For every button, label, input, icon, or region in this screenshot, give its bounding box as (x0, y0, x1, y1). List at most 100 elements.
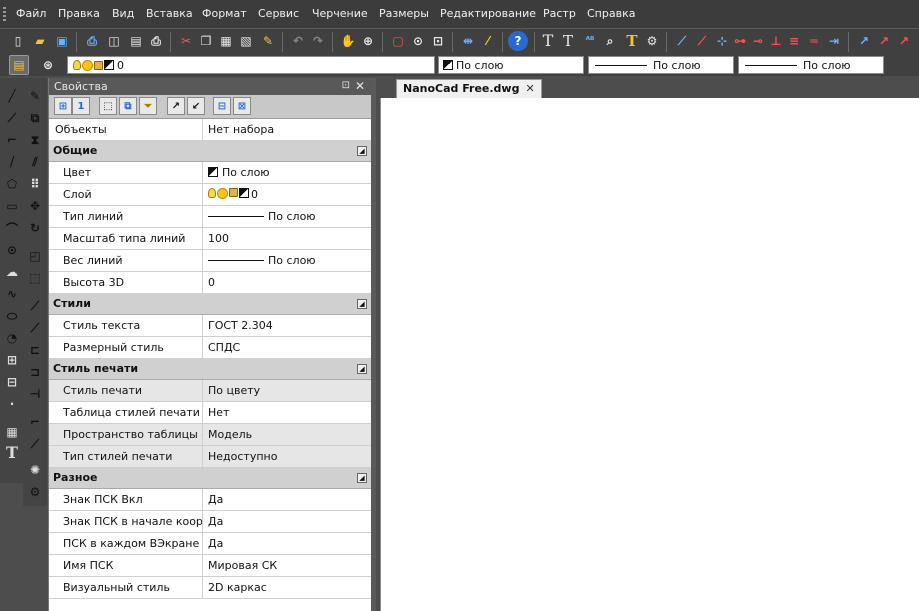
make-block-icon[interactable]: ⊟ (2, 372, 22, 392)
break-icon[interactable]: ⊏ (25, 340, 45, 360)
plot-icon[interactable]: ⎙ (146, 31, 166, 51)
lengthen-icon[interactable]: ⟋ (25, 434, 45, 454)
pickadd-toggle-icon[interactable]: 1 (72, 97, 90, 115)
point-icon[interactable]: · (2, 394, 22, 414)
continue-dimension-icon[interactable]: ⊥ (766, 31, 786, 51)
collapse-icon[interactable]: ◢ (357, 473, 367, 483)
layer-manager-icon[interactable]: ▤ (9, 55, 29, 75)
property-value[interactable]: Да (204, 533, 372, 554)
section-misc[interactable]: Разное ◢ (49, 468, 372, 489)
offset-icon[interactable]: ⫽ (25, 152, 45, 172)
copy-object-icon[interactable]: ⧉ (25, 108, 45, 128)
close-tab-icon[interactable]: ✕ (525, 82, 534, 95)
menu-raster[interactable]: Растр (543, 7, 576, 20)
redo-icon[interactable]: ↷ (308, 31, 328, 51)
dimension-edit-icon[interactable]: ≡ (784, 31, 804, 51)
property-value[interactable]: По слою (204, 162, 372, 183)
tolerance-icon[interactable]: ↗ (874, 31, 894, 51)
linear-dimension-icon[interactable]: ⟋ (672, 31, 692, 51)
export-properties-icon[interactable]: ↗ (167, 97, 185, 115)
menu-editing[interactable]: Редактирование (440, 7, 536, 20)
baseline-dimension-icon[interactable]: ⊸ (748, 31, 768, 51)
zoom-previous-icon[interactable]: ⊙ (408, 31, 428, 51)
section-general[interactable]: Общие ◢ (49, 141, 372, 162)
menu-dimensions[interactable]: Размеры (379, 7, 429, 20)
property-value[interactable]: 0 (204, 184, 372, 205)
zoom-realtime-icon[interactable]: ⊕ (358, 31, 378, 51)
property-row[interactable]: Цвет По слою (49, 162, 372, 184)
construction-line-icon[interactable]: ⟋ (2, 108, 22, 128)
text-style-icon[interactable]: T (622, 31, 642, 51)
drawing-canvas[interactable] (380, 98, 919, 611)
help-icon[interactable]: ? (508, 31, 528, 51)
collapse-icon[interactable]: ◢ (357, 364, 367, 374)
property-row[interactable]: Размерный стиль СПДС (49, 337, 372, 359)
dimension-text-icon[interactable]: ═ (804, 31, 824, 51)
print-preview-icon[interactable]: ◫ (104, 31, 124, 51)
measure-icon[interactable]: ⁄ (478, 31, 498, 51)
multiline-text-icon[interactable]: T (558, 31, 578, 51)
line-icon[interactable]: ╱ (2, 86, 22, 106)
menu-file[interactable]: Файл (16, 7, 46, 20)
select-objects-icon[interactable]: ⊞ (54, 97, 72, 115)
property-row[interactable]: Вес линий По слою (49, 250, 372, 272)
property-value[interactable]: 0 (204, 272, 372, 293)
zoom-extents-icon[interactable]: ⊡ (428, 31, 448, 51)
undo-icon[interactable]: ↶ (288, 31, 308, 51)
property-row[interactable]: Таблица стилей печати Нет (49, 402, 372, 424)
zoom-window-icon[interactable]: ▢ (388, 31, 408, 51)
revision-cloud-icon[interactable]: ☁ (2, 262, 22, 282)
property-value[interactable]: По слою (204, 250, 372, 271)
property-row[interactable]: Тип стилей печати Недоступно (49, 446, 372, 468)
trim-icon[interactable]: ⟋ (25, 296, 45, 316)
mtext-icon[interactable]: T (2, 442, 22, 462)
chamfer-icon[interactable]: ⊣ (25, 384, 45, 404)
section-plot-style[interactable]: Стиль печати ◢ (49, 359, 372, 380)
find-icon[interactable]: ⌕ (600, 31, 620, 51)
objects-row[interactable]: Объекты Нет набора (49, 119, 372, 141)
objects-value[interactable]: Нет набора (204, 119, 372, 140)
match-properties-icon[interactable]: ✎ (258, 31, 278, 51)
mirror-icon[interactable]: ⧗ (25, 130, 45, 150)
import-properties-icon[interactable]: ↙ (187, 97, 205, 115)
arc-icon[interactable]: ⌒ (2, 218, 22, 238)
text-icon[interactable]: T (538, 31, 558, 51)
dimension-update-icon[interactable]: ⇥ (824, 31, 844, 51)
property-value[interactable]: СПДС (204, 337, 372, 358)
menu-help[interactable]: Справка (587, 7, 635, 20)
rotate-icon[interactable]: ↻ (25, 218, 45, 238)
erase-icon[interactable]: ✎ (25, 86, 45, 106)
fillet-icon[interactable]: ⌐ (25, 412, 45, 432)
array-icon[interactable]: ⠿ (25, 174, 45, 194)
polyline-icon[interactable]: ⌐ (2, 130, 22, 150)
property-value[interactable]: Мировая СК (204, 555, 372, 576)
lineweight-combo[interactable]: По слою (738, 56, 884, 74)
ellipse-arc-icon[interactable]: ◔ (2, 328, 22, 348)
edit-polyline-icon[interactable]: ⚙ (25, 482, 45, 502)
leader-icon[interactable]: ↗ (854, 31, 874, 51)
center-mark-icon[interactable]: ↗ (894, 31, 914, 51)
polygon-icon[interactable]: ⬠ (2, 174, 22, 194)
print-icon[interactable]: ⎙ (82, 31, 102, 51)
alphabetical-view-icon[interactable]: ⊠ (233, 97, 251, 115)
collapse-icon[interactable]: ◢ (357, 146, 367, 156)
property-row[interactable]: Знак ПСК в начале коорд... Да (49, 511, 372, 533)
save-icon[interactable]: ▣ (52, 31, 72, 51)
close-icon[interactable]: ✕ (355, 79, 365, 93)
open-folder-icon[interactable]: ▰ (30, 31, 50, 51)
paste-special-icon[interactable]: ▧ (236, 31, 256, 51)
text-settings-icon[interactable]: ⚙ (642, 31, 662, 51)
property-value[interactable]: По слою (204, 206, 372, 227)
menu-edit[interactable]: Правка (58, 7, 100, 20)
property-row[interactable]: Пространство таблицы с... Модель (49, 424, 372, 446)
explode-icon[interactable]: ✺ (25, 460, 45, 480)
property-value[interactable]: 100 (204, 228, 372, 249)
property-row[interactable]: Стиль текста ГОСТ 2.304 (49, 315, 372, 337)
property-row[interactable]: Масштаб типа линий 100 (49, 228, 372, 250)
section-styles[interactable]: Стили ◢ (49, 294, 372, 315)
property-row[interactable]: Тип линий По слою (49, 206, 372, 228)
distance-icon[interactable]: ⇹ (458, 31, 478, 51)
linetype-combo[interactable]: По слою (588, 56, 734, 74)
layer-previous-icon[interactable]: ⊛ (38, 55, 58, 75)
property-value[interactable]: ГОСТ 2.304 (204, 315, 372, 336)
